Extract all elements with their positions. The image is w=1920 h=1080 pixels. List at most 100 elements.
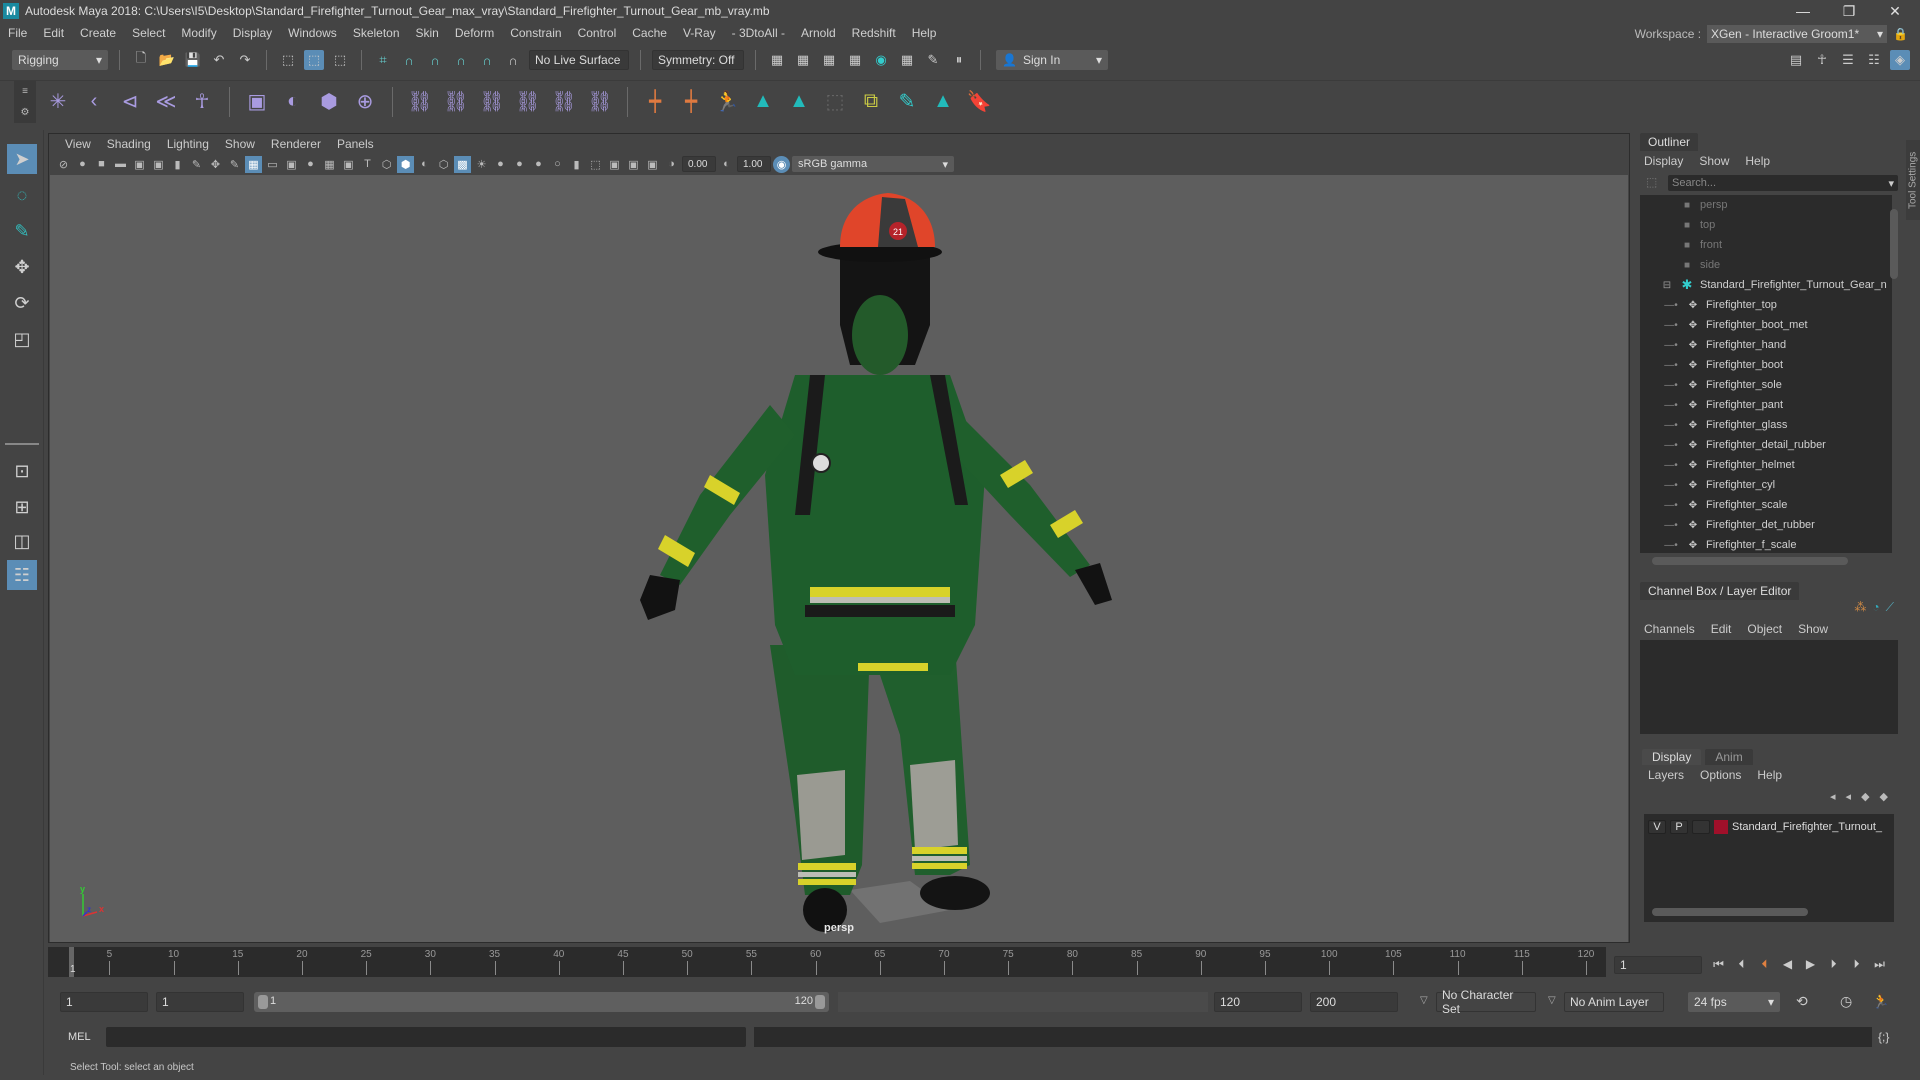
- range-start-handle[interactable]: [258, 995, 268, 1009]
- attribute-editor-icon[interactable]: ☰: [1838, 50, 1858, 70]
- close-button[interactable]: ✕: [1872, 0, 1918, 22]
- create-joints-icon[interactable]: ✳: [44, 88, 72, 116]
- current-frame-field[interactable]: 1: [1614, 956, 1702, 974]
- manipulator-icon[interactable]: ⁂: [1854, 600, 1866, 615]
- filter-icon[interactable]: ⬚: [1646, 175, 1657, 189]
- paint-select-tool-icon[interactable]: ✎: [7, 216, 37, 246]
- channel-menu-object[interactable]: Object: [1747, 622, 1782, 636]
- select-object-icon[interactable]: ⬚: [304, 50, 324, 70]
- render-frame-icon[interactable]: ▦: [793, 50, 813, 70]
- channel-menu-show[interactable]: Show: [1798, 622, 1828, 636]
- outliner-menu-help[interactable]: Help: [1745, 154, 1770, 168]
- render-view-icon[interactable]: ▦: [767, 50, 787, 70]
- bind-skin-icon[interactable]: ▣: [243, 88, 271, 116]
- play-forwards-icon[interactable]: ▶: [1802, 955, 1819, 973]
- cluster-icon[interactable]: ⊕: [351, 88, 379, 116]
- hypershade-icon[interactable]: ◉: [871, 50, 891, 70]
- animation-end-field[interactable]: 200: [1310, 992, 1398, 1012]
- character-set-dropdown[interactable]: No Character Set: [1436, 988, 1536, 1016]
- 3d-viewport[interactable]: 21 y x z persp: [50, 175, 1628, 942]
- viewport-menu-panels[interactable]: Panels: [329, 137, 382, 151]
- playback-start-field[interactable]: 1: [156, 992, 244, 1012]
- snap-surface-icon[interactable]: ∩: [477, 50, 497, 70]
- layer-horizontal-scrollbar[interactable]: [1652, 908, 1808, 916]
- hik-icon[interactable]: 🏃: [713, 88, 741, 116]
- viewport-menu-renderer[interactable]: Renderer: [263, 137, 329, 151]
- character-set-arrow-icon[interactable]: ▽: [1420, 995, 1428, 1006]
- channel-box-icon[interactable]: ◈: [1890, 50, 1910, 70]
- layer-icon[interactable]: ⧉: [857, 88, 885, 116]
- lock-camera-icon[interactable]: ▣: [131, 156, 148, 173]
- safe-action-icon[interactable]: ▣: [340, 156, 357, 173]
- layer-display-type-toggle[interactable]: [1692, 820, 1710, 834]
- outliner-layout-icon[interactable]: ☷: [7, 560, 37, 590]
- menu-skeleton[interactable]: Skeleton: [345, 26, 408, 40]
- color-management-icon[interactable]: ◉: [773, 155, 790, 173]
- fps-dropdown[interactable]: 24 fps ▾: [1688, 992, 1780, 1012]
- select-hierarchy-icon[interactable]: ⬚: [278, 50, 298, 70]
- layer-tab-anim[interactable]: Anim: [1705, 749, 1753, 765]
- outliner-item-persp[interactable]: ■ persp: [1680, 195, 1728, 215]
- speed-icon[interactable]: ◔: [1872, 600, 1879, 615]
- camera-icon[interactable]: ▣: [150, 156, 167, 173]
- time-slider[interactable]: 1 5 10 15 20 25 30 35 40 45 50 55 60 65 70 75 80 85 90 95 1…: [48, 947, 1606, 977]
- command-input[interactable]: [106, 1027, 746, 1047]
- outliner-search-input[interactable]: Search... ▾: [1668, 175, 1898, 191]
- go-to-start-icon[interactable]: ⏮: [1710, 955, 1727, 973]
- snap-curve-icon[interactable]: ∩: [399, 50, 419, 70]
- channel-menu-channels[interactable]: Channels: [1644, 622, 1695, 636]
- menu-edit[interactable]: Edit: [35, 26, 72, 40]
- pen-icon[interactable]: ✎: [226, 156, 243, 173]
- menu-skin[interactable]: Skin: [408, 26, 447, 40]
- outliner-item-mesh[interactable]: —• ✥ Firefighter_cyl: [1662, 475, 1775, 495]
- motion-blur-icon[interactable]: ●: [530, 156, 547, 173]
- gamma-icon[interactable]: ◐: [718, 156, 735, 173]
- two-pane-layout-icon[interactable]: ◫: [7, 526, 37, 556]
- default-material-icon[interactable]: ◐: [416, 156, 433, 173]
- layer-color-swatch[interactable]: [1714, 820, 1728, 834]
- open-scene-icon[interactable]: 📂: [157, 50, 177, 70]
- scale-tool-icon[interactable]: ◰: [7, 324, 37, 354]
- outliner-horizontal-scrollbar[interactable]: [1652, 557, 1848, 565]
- snap-grid-icon[interactable]: ⌗: [373, 50, 393, 70]
- step-back-frame-icon[interactable]: ⏴: [1756, 955, 1773, 973]
- four-pane-layout-icon[interactable]: ⊞: [7, 492, 37, 522]
- menu-cache[interactable]: Cache: [624, 26, 675, 40]
- outliner-item-mesh[interactable]: —• ✥ Firefighter_sole: [1662, 375, 1782, 395]
- restore-button[interactable]: ❐: [1826, 0, 1872, 22]
- lock-icon[interactable]: 🔒: [1893, 27, 1908, 41]
- move-tool-icon[interactable]: ✥: [7, 252, 37, 282]
- menu-deform[interactable]: Deform: [447, 26, 502, 40]
- outliner-item-mesh[interactable]: —• ✥ Firefighter_pant: [1662, 395, 1783, 415]
- redo-icon[interactable]: ↷: [235, 50, 255, 70]
- use-all-lights-icon[interactable]: ☀: [473, 156, 490, 173]
- range-slider[interactable]: 1 120: [254, 992, 829, 1012]
- script-editor-icon[interactable]: {;}: [1878, 1030, 1889, 1044]
- firefighter-model[interactable]: 21: [50, 175, 1628, 942]
- menu-control[interactable]: Control: [570, 26, 625, 40]
- live-surface-field[interactable]: No Live Surface: [529, 50, 629, 70]
- layer-tab-display[interactable]: Display: [1642, 749, 1702, 765]
- paint-weights-icon[interactable]: ◐: [279, 88, 307, 116]
- light-editor-icon[interactable]: ✎: [923, 50, 943, 70]
- image-plane-icon[interactable]: ▬: [112, 156, 129, 173]
- snap-live-icon[interactable]: ∩: [503, 50, 523, 70]
- new-layer-icon[interactable]: ◆: [1861, 790, 1869, 803]
- paint-select-icon[interactable]: ✎: [893, 88, 921, 116]
- new-layer-selected-icon[interactable]: ◆: [1880, 790, 1888, 803]
- symmetry-dropdown[interactable]: Symmetry: Off: [652, 50, 744, 70]
- lattice-icon[interactable]: ⬢: [315, 88, 343, 116]
- xray-active-icon[interactable]: ▣: [625, 156, 642, 173]
- wireframe-on-shaded-icon[interactable]: ⬡: [435, 156, 452, 173]
- save-scene-icon[interactable]: 💾: [183, 50, 203, 70]
- bookmarks-icon[interactable]: ✥: [207, 156, 224, 173]
- channel-box-area[interactable]: [1640, 640, 1898, 734]
- aim-constraint-icon[interactable]: ⛓: [550, 88, 578, 116]
- menu-arnold[interactable]: Arnold: [793, 26, 844, 40]
- go-to-end-icon[interactable]: ⏭: [1871, 955, 1888, 973]
- gate-mask-icon[interactable]: ●: [302, 156, 319, 173]
- animation-start-field[interactable]: 1: [60, 992, 148, 1012]
- tool-settings-tab[interactable]: Tool Settings: [1906, 140, 1920, 220]
- anim-layer-dropdown[interactable]: No Anim Layer: [1564, 992, 1664, 1012]
- select-camera-icon[interactable]: ⊘: [55, 156, 72, 173]
